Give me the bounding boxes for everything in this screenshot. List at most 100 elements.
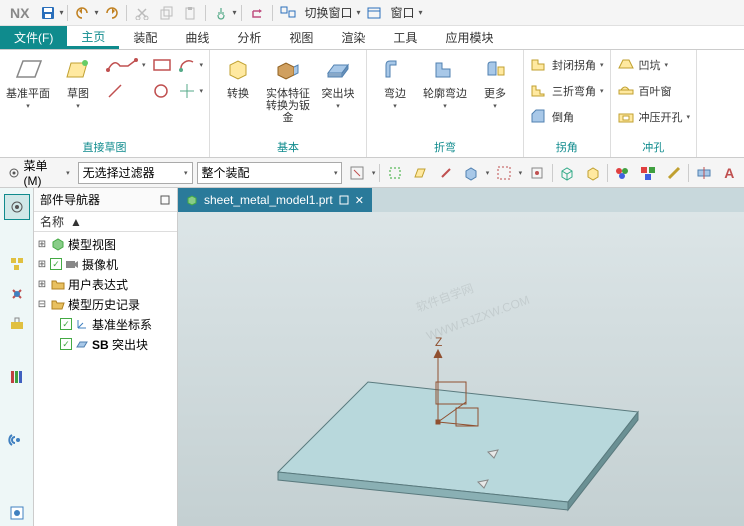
close-tab-icon[interactable]: ✕ (355, 194, 364, 207)
menu-assembly[interactable]: 装配 (119, 26, 171, 49)
tree-item-datum-csys[interactable]: ✓基准坐标系 (36, 314, 175, 334)
flange-button[interactable]: 弯边 ▾ (373, 54, 417, 110)
pin-icon[interactable] (159, 194, 171, 206)
switch-window-button[interactable]: 切换窗口 (301, 4, 357, 21)
shaded-box-icon[interactable] (582, 162, 603, 184)
select-body-icon[interactable] (460, 162, 481, 184)
select-face-icon[interactable] (410, 162, 431, 184)
circle-button[interactable] (152, 80, 172, 102)
assembly-navigator-tab[interactable] (4, 251, 30, 277)
wireframe-box-icon[interactable] (556, 162, 577, 184)
window-layout-icon[interactable] (277, 2, 299, 24)
tree-item-model-view[interactable]: ⊞模型视图 (36, 234, 175, 254)
menu-home[interactable]: 主页 (67, 26, 119, 49)
window-menu-button[interactable]: 窗口 (387, 4, 419, 21)
save-icon[interactable] (37, 2, 59, 24)
tree-item-camera[interactable]: ⊞✓摄像机 (36, 254, 175, 274)
ribbon-group-label: 拐角 (530, 137, 604, 155)
section-icon[interactable] (693, 162, 714, 184)
convert-button[interactable]: 转换 (216, 54, 260, 100)
select-edge-icon[interactable] (435, 162, 456, 184)
select-mode-icon[interactable] (346, 162, 367, 184)
select-all-icon[interactable] (384, 162, 405, 184)
chevron-down-icon: ▾ (76, 102, 80, 110)
window-icon[interactable] (363, 2, 385, 24)
folder-open-icon (50, 297, 66, 311)
window-dropdown-icon[interactable]: ▾ (419, 8, 423, 17)
highlight-icon[interactable] (526, 162, 547, 184)
arc-button[interactable]: ▾ (178, 54, 204, 76)
line-button[interactable] (106, 80, 146, 102)
menu-analyze[interactable]: 分析 (223, 26, 275, 49)
tab-feature-icon (74, 337, 90, 351)
punch-button[interactable]: 冲压开孔▾ (617, 106, 691, 128)
rectangle-button[interactable] (152, 54, 172, 76)
roles-tab[interactable] (4, 500, 30, 526)
tab-icon (322, 54, 354, 86)
sort-asc-icon: ▲ (70, 215, 82, 229)
cut-icon[interactable] (131, 2, 153, 24)
copy-icon[interactable] (155, 2, 177, 24)
touch-mode-icon[interactable] (210, 2, 232, 24)
paste-icon[interactable] (179, 2, 201, 24)
tree-item-user-expressions[interactable]: ⊞用户表达式 (36, 274, 175, 294)
repeat-icon[interactable] (246, 2, 268, 24)
switch-window-dropdown-icon[interactable]: ▾ (357, 8, 361, 17)
solid-to-sheet-button[interactable]: 实体特征转换为钣金 (266, 54, 310, 124)
tab-button[interactable]: 突出块 ▾ (316, 54, 360, 110)
chevron-down-icon: ▾ (393, 102, 397, 110)
undo-dropdown-icon[interactable]: ▾ (94, 8, 98, 17)
constraint-navigator-tab[interactable] (4, 281, 30, 307)
gear-icon (8, 167, 22, 179)
document-tab[interactable]: sheet_metal_model1.prt ✕ (178, 188, 372, 212)
graphics-canvas[interactable]: Z 软件自学网 WWW.RJZXW.COM (178, 212, 744, 526)
point-button[interactable]: ▾ (178, 80, 204, 102)
cube-green-icon (50, 237, 66, 251)
dimple-button[interactable]: 凹坑▾ (617, 54, 691, 76)
selection-filter-combo[interactable]: 无选择过滤器▾ (78, 162, 193, 184)
viewport: sheet_metal_model1.prt ✕ (178, 188, 744, 526)
text-a-icon[interactable]: A (719, 162, 740, 184)
reuse-library-tab[interactable] (4, 311, 30, 337)
color-squares-icon[interactable] (638, 162, 659, 184)
more-bend-button[interactable]: 更多 ▾ (473, 54, 517, 110)
select-region-icon[interactable] (493, 162, 514, 184)
punch-icon (617, 108, 635, 126)
chamfer-button[interactable]: 倒角 (530, 106, 604, 128)
datum-plane-button[interactable]: 基准平面 ▾ (6, 54, 50, 110)
three-bend-button[interactable]: 三折弯角▾ (530, 80, 604, 102)
closed-corner-button[interactable]: 封闭拐角▾ (530, 54, 604, 76)
menu-tool[interactable]: 工具 (379, 26, 431, 49)
sketch-button[interactable]: 草图 ▾ (56, 54, 100, 110)
menu-curve[interactable]: 曲线 (171, 26, 223, 49)
web-browser-tab[interactable] (4, 427, 30, 453)
menu-file[interactable]: 文件(F) (0, 26, 67, 49)
history-tab[interactable] (4, 364, 30, 390)
contour-flange-button[interactable]: 轮廓弯边 ▾ (423, 54, 467, 110)
contour-flange-icon (429, 54, 461, 86)
profile-curve-button[interactable]: ▾ (106, 54, 146, 76)
redo-icon[interactable] (100, 2, 122, 24)
column-header[interactable]: 名称 ▲ (34, 212, 177, 232)
save-dropdown-icon[interactable]: ▾ (59, 8, 63, 17)
menu-app[interactable]: 应用模块 (431, 26, 507, 49)
modified-icon (339, 195, 349, 205)
title-bar: NX ▾ ▾ ▾ 切换窗口 ▾ 窗口 ▾ (0, 0, 744, 26)
convert-icon (222, 54, 254, 86)
color-circles-icon[interactable] (612, 162, 633, 184)
ribbon-group-base: 转换 实体特征转换为钣金 突出块 ▾ 基本 (210, 50, 367, 157)
touch-dropdown-icon[interactable]: ▾ (232, 8, 236, 17)
tree-item-history[interactable]: ⊟模型历史记录 (36, 294, 175, 314)
louver-button[interactable]: 百叶窗 (617, 80, 691, 102)
more-icon (479, 54, 511, 86)
menu-view[interactable]: 视图 (275, 26, 327, 49)
navigator-header: 部件导航器 (34, 188, 177, 212)
menu-dropdown[interactable]: 菜单(M) ▾ (4, 157, 74, 188)
assembly-scope-combo[interactable]: 整个装配▾ (197, 162, 343, 184)
part-navigator-tab[interactable] (4, 194, 30, 220)
tree-item-sb-tab[interactable]: ✓SB SB 突出块突出块 (36, 334, 175, 354)
ribbon-group-corner: 封闭拐角▾ 三折弯角▾ 倒角 拐角 (524, 50, 611, 157)
measure-icon[interactable] (663, 162, 684, 184)
undo-icon[interactable] (72, 2, 94, 24)
menu-render[interactable]: 渲染 (327, 26, 379, 49)
